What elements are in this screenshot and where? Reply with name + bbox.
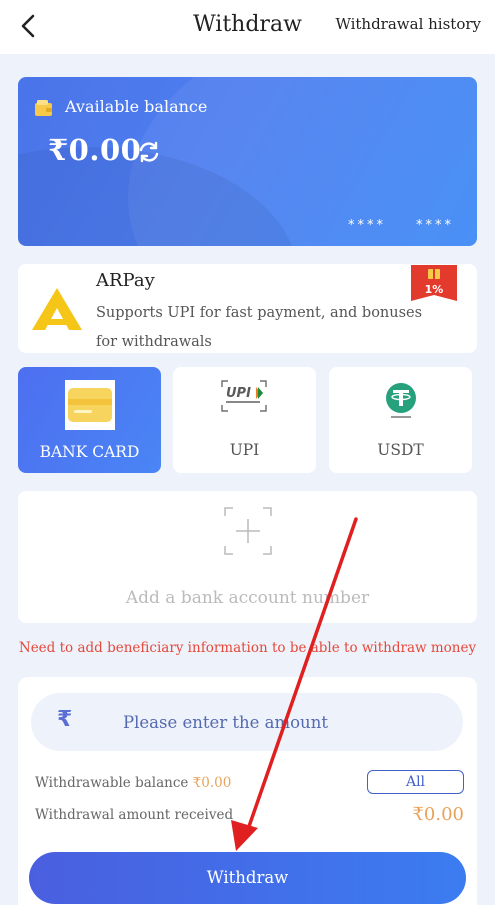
available-balance-label: Available balance bbox=[65, 97, 208, 116]
add-bank-account-area[interactable]: Add a bank account number bbox=[18, 491, 477, 623]
withdrawable-balance-value: ₹0.00 bbox=[192, 775, 232, 791]
withdrawal-history-link[interactable]: Withdrawal history bbox=[335, 15, 481, 33]
beneficiary-warning: Need to add beneficiary information to b… bbox=[18, 640, 477, 656]
balance-amount: ₹0.00 bbox=[48, 133, 142, 167]
arpay-name: ARPay bbox=[96, 270, 155, 291]
tab-label: UPI bbox=[229, 441, 260, 459]
bank-card-icon bbox=[65, 380, 115, 430]
tab-usdt[interactable]: USDT bbox=[329, 367, 472, 473]
balance-card: Available balance ₹0.00 **** **** bbox=[18, 77, 477, 246]
withdrawable-balance: Withdrawable balance ₹0.00 bbox=[35, 775, 231, 791]
rupee-icon: ₹ bbox=[57, 707, 73, 732]
amount-input[interactable] bbox=[123, 703, 443, 741]
received-amount-value: ₹0.00 bbox=[412, 804, 464, 825]
arpay-description: Supports UPI for fast payment, and bonus… bbox=[96, 305, 423, 350]
arpay-option[interactable]: ARPay Supports UPI for fast payment, and… bbox=[18, 264, 477, 353]
tab-upi[interactable]: UPI UPI bbox=[173, 367, 316, 473]
masked-card-digits: **** bbox=[416, 218, 454, 233]
svg-text:UPI: UPI bbox=[226, 386, 251, 401]
withdraw-button[interactable]: Withdraw bbox=[29, 852, 466, 904]
header: Withdraw Withdrawal history bbox=[0, 0, 495, 54]
withdrawable-balance-label: Withdrawable balance bbox=[35, 775, 193, 791]
tab-bank-card[interactable]: BANK CARD bbox=[18, 367, 161, 473]
add-bank-account-label: Add a bank account number bbox=[125, 588, 370, 608]
usdt-tether-icon bbox=[386, 383, 416, 418]
amount-input-wrapper: ₹ bbox=[31, 693, 463, 751]
arpay-logo-icon bbox=[32, 288, 82, 330]
received-amount-label: Withdrawal amount received bbox=[35, 807, 234, 823]
all-button[interactable]: All bbox=[367, 770, 464, 794]
wallet-icon bbox=[35, 100, 52, 116]
masked-card-digits: **** bbox=[348, 218, 386, 233]
refresh-icon[interactable] bbox=[136, 139, 162, 165]
tab-label: BANK CARD bbox=[39, 443, 140, 461]
tab-label: USDT bbox=[377, 441, 424, 459]
upi-logo-icon: UPI bbox=[221, 380, 267, 412]
bonus-badge-text: 1% bbox=[424, 283, 444, 296]
add-plus-icon bbox=[224, 507, 272, 555]
